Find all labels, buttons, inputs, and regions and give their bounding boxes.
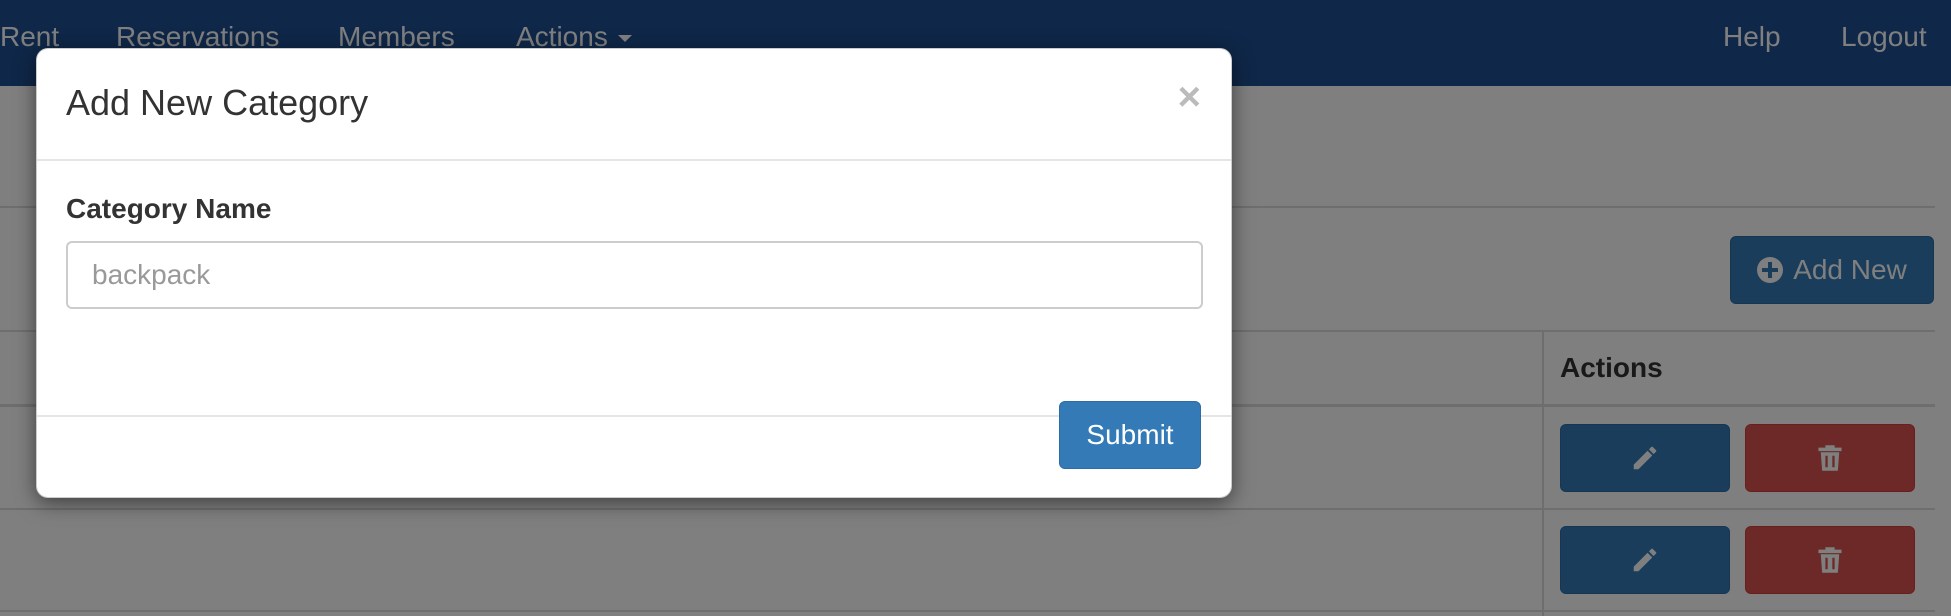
modal-title: Add New Category bbox=[66, 82, 369, 123]
modal-header: Add New Category × bbox=[37, 49, 1231, 161]
close-icon[interactable]: × bbox=[1178, 75, 1201, 119]
submit-button[interactable]: Submit bbox=[1059, 401, 1201, 469]
category-name-label: Category Name bbox=[66, 193, 272, 224]
modal-body: Category Name bbox=[37, 161, 1231, 417]
add-category-modal: Add New Category × Category Name Submit bbox=[36, 48, 1232, 498]
category-name-input[interactable] bbox=[66, 241, 1203, 309]
